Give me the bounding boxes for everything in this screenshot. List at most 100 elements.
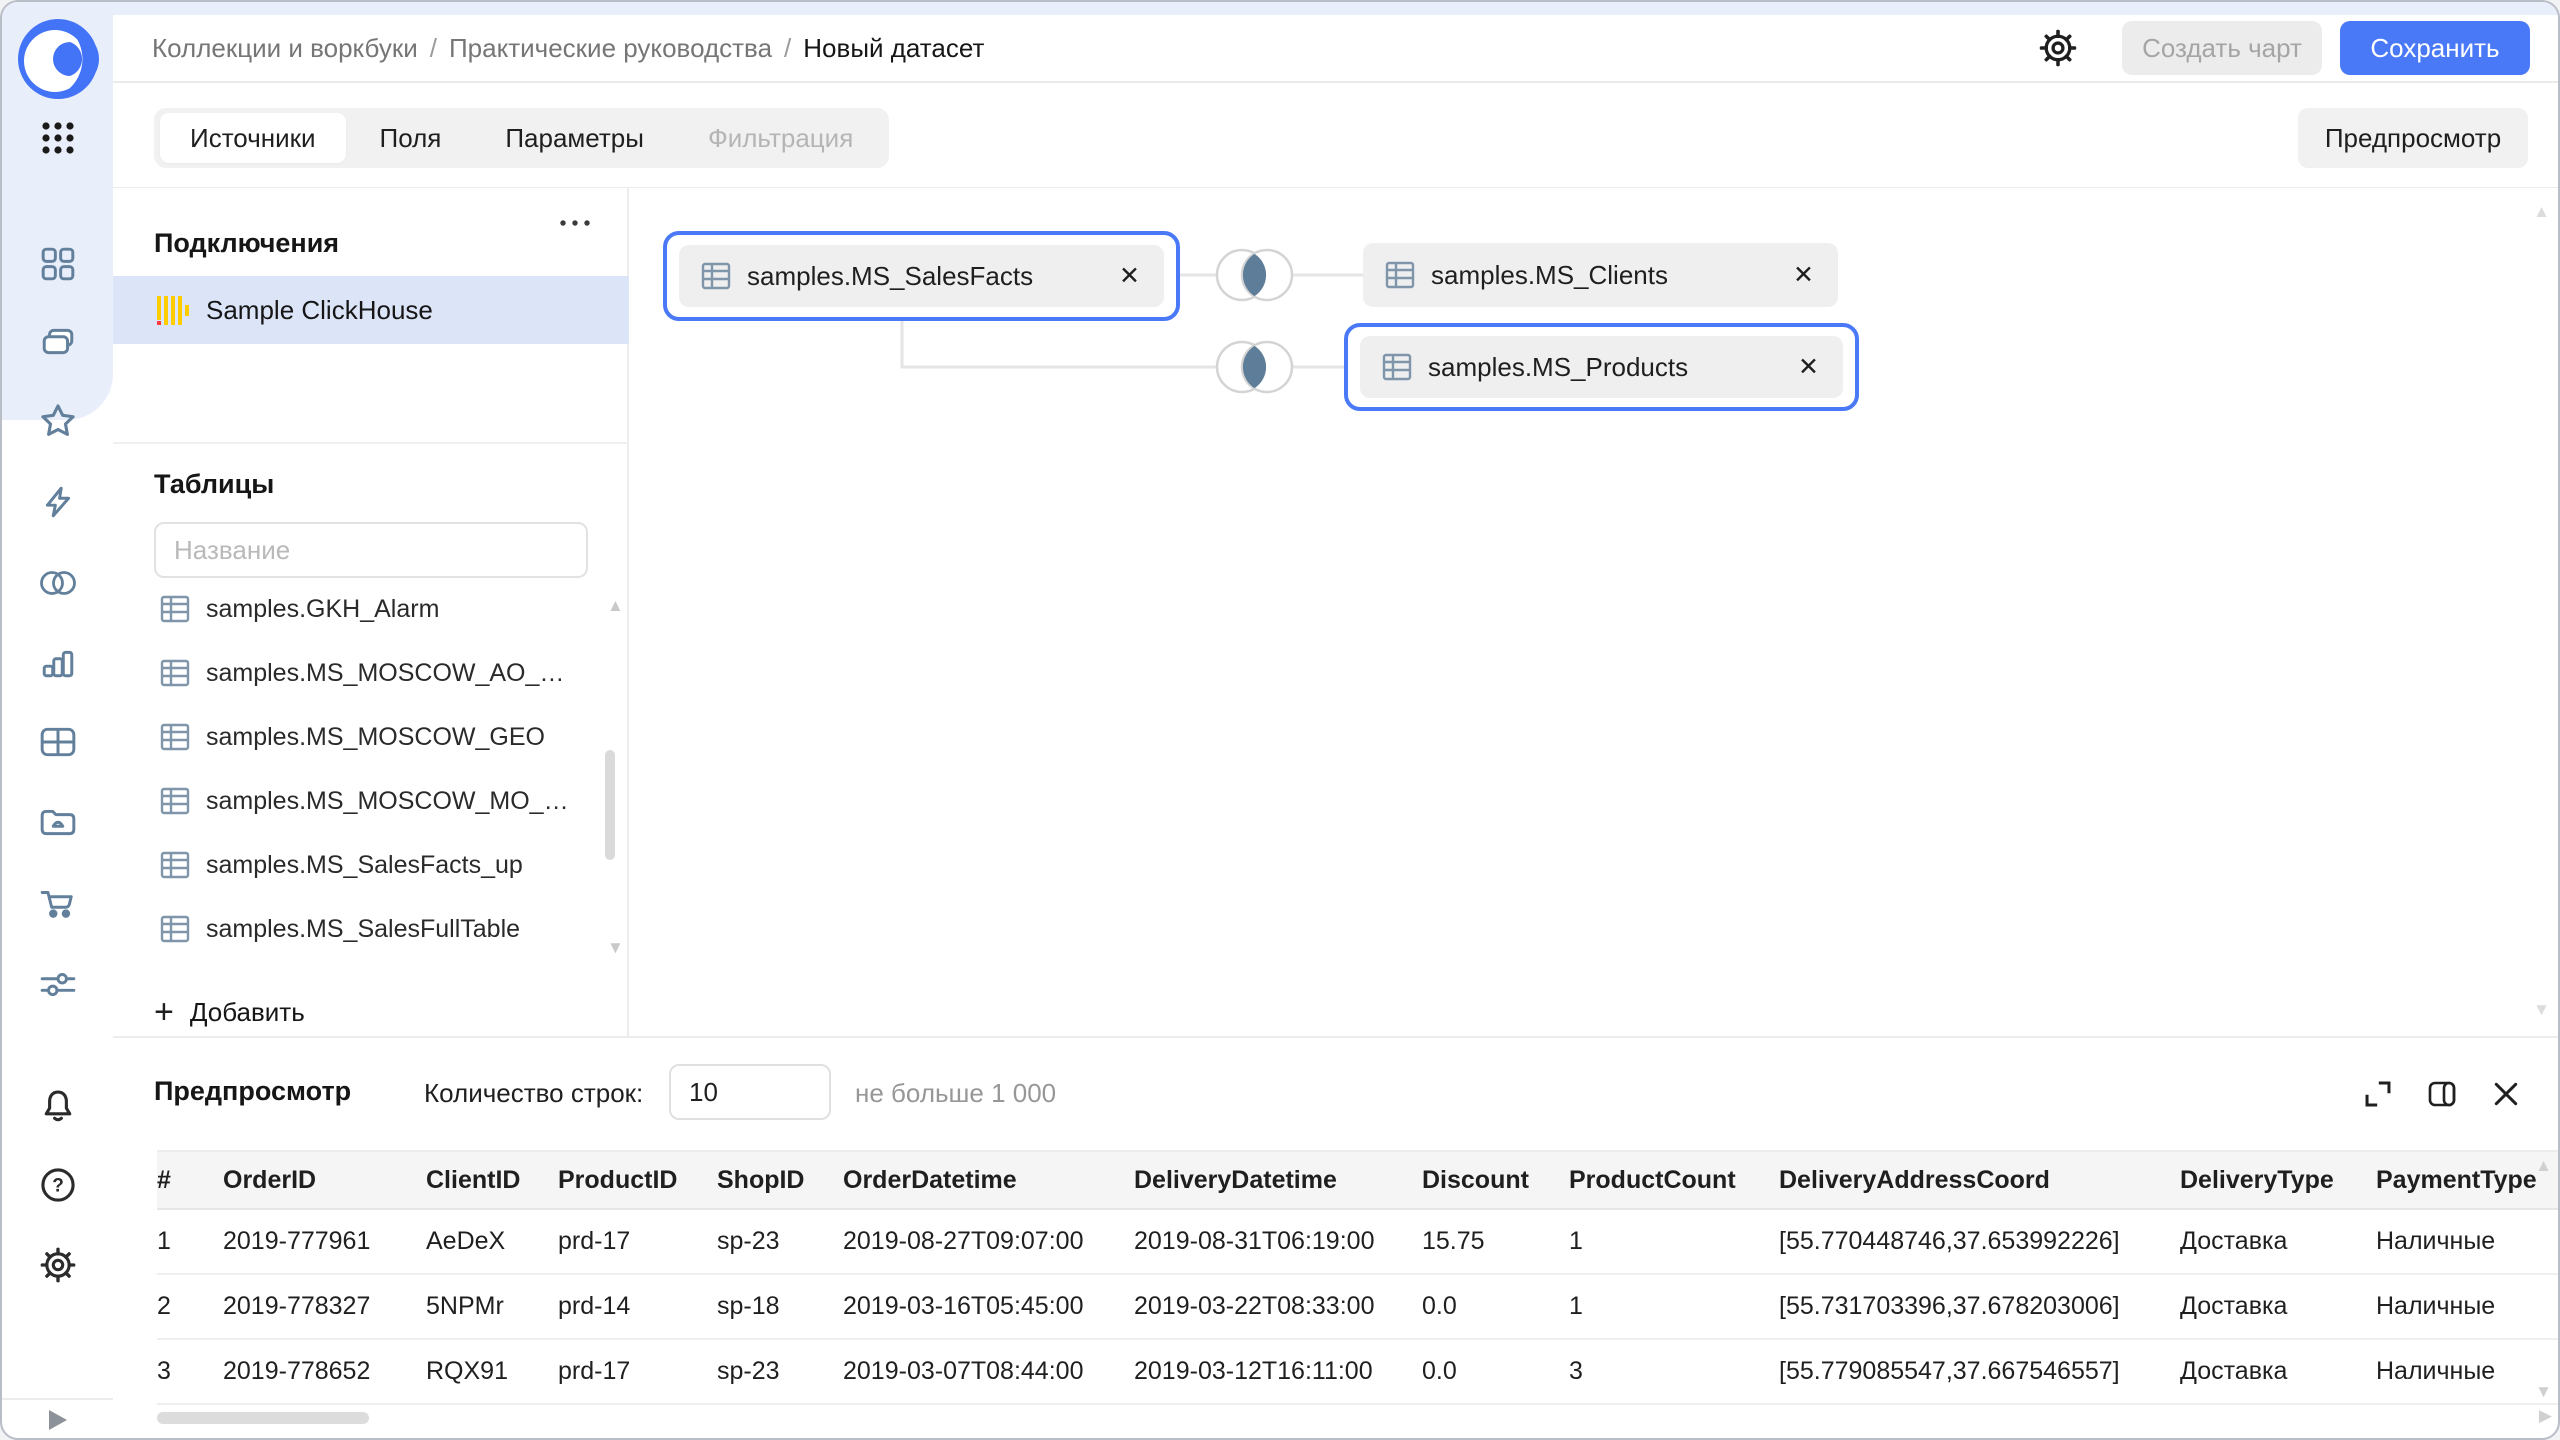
table-search-input[interactable] (154, 522, 588, 578)
cell: [55.779085547,37.667546557] (1779, 1357, 2180, 1386)
apps-grid-icon[interactable] (2, 110, 113, 166)
list-scroll-up-icon[interactable]: ▲ (607, 596, 624, 616)
join-type-icon-inner[interactable] (1215, 245, 1294, 305)
gear-glyph (2038, 28, 2078, 68)
expand-play-icon[interactable] (2, 1400, 113, 1440)
join-canvas[interactable]: samples.MS_SalesFacts ✕ samples.MS_Clien… (629, 188, 2558, 1036)
breadcrumb-guides[interactable]: Практические руководства (449, 33, 772, 64)
table-list-item[interactable]: samples.MS_MOSCOW_AO_G… (113, 641, 613, 705)
tab-parameters[interactable]: Параметры (475, 113, 674, 163)
services-sliders-icon[interactable] (2, 956, 113, 1012)
preview-hscrollbar-thumb[interactable] (157, 1412, 369, 1424)
dashboards-table-icon[interactable] (2, 714, 113, 770)
add-table-button[interactable]: + Добавить (154, 988, 305, 1036)
connections-venn-glyph (38, 567, 78, 599)
node-products-selection[interactable]: samples.MS_Products ✕ (1344, 323, 1859, 411)
collections-grid-icon[interactable] (2, 236, 113, 292)
header-divider (113, 81, 2558, 83)
table-icon (160, 850, 190, 880)
preview-table-row: 3 2019-778652 RQX91 prd-17 sp-23 2019-03… (157, 1340, 2558, 1405)
node-salesfacts-selection[interactable]: samples.MS_SalesFacts ✕ (663, 231, 1180, 321)
node-label: samples.MS_SalesFacts (747, 261, 1033, 292)
dock-right-glyph (2426, 1078, 2458, 1110)
editor-lightning-icon[interactable] (2, 474, 113, 530)
preview-title: Предпросмотр (154, 1076, 351, 1107)
breadcrumb-collections[interactable]: Коллекции и воркбуки (152, 33, 418, 64)
settings-gear-icon[interactable] (2, 1237, 113, 1293)
row-count-input[interactable] (669, 1064, 831, 1120)
table-list-item[interactable]: samples.MS_SalesFacts_up (113, 833, 613, 897)
tab-filtering[interactable]: Фильтрация (678, 113, 883, 163)
remove-table-icon[interactable]: ✕ (1793, 260, 1814, 290)
column-header: # (157, 1166, 223, 1195)
preview-scroll-down-icon[interactable]: ▼ (2535, 1382, 2552, 1402)
list-scroll-down-icon[interactable]: ▼ (607, 938, 624, 958)
datalens-logo[interactable] (2, 16, 113, 102)
node-clients[interactable]: samples.MS_Clients ✕ (1363, 243, 1838, 307)
help-question-icon[interactable]: ? (2, 1157, 113, 1213)
tab-sources[interactable]: Источники (160, 113, 346, 163)
workbooks-folders-icon[interactable] (2, 314, 113, 370)
preview-scroll-right-icon[interactable]: ▶ (2539, 1406, 2552, 1426)
column-header: ShopID (717, 1166, 843, 1195)
preview-dock-right-icon[interactable] (2422, 1074, 2462, 1114)
marketplace-cart-icon[interactable] (2, 874, 113, 930)
datalens-dataset-editor: ? (0, 0, 2560, 1440)
save-button[interactable]: Сохранить (2340, 21, 2530, 75)
favorites-star-glyph (39, 402, 77, 440)
cell: 2019-03-16T05:45:00 (843, 1292, 1134, 1321)
remove-table-icon[interactable]: ✕ (1119, 261, 1140, 291)
remove-table-icon[interactable]: ✕ (1798, 352, 1819, 382)
node-salesfacts[interactable]: samples.MS_SalesFacts ✕ (679, 245, 1164, 307)
favorites-star-icon[interactable] (2, 393, 113, 449)
left-rail: ? (2, 2, 113, 1440)
preview-toggle-button[interactable]: Предпросмотр (2298, 108, 2528, 168)
workbooks-folders-glyph (40, 324, 76, 360)
preview-panel: Предпросмотр Количество строк: не больше… (113, 1036, 2558, 1400)
connections-venn-icon[interactable] (2, 555, 113, 611)
preview-table: # OrderID ClientID ProductID ShopID Orde… (157, 1150, 2558, 1405)
expand-glyph (2363, 1079, 2393, 1109)
connection-item-sample-clickhouse[interactable]: Sample ClickHouse (113, 276, 629, 344)
cell: sp-23 (717, 1227, 843, 1256)
table-icon (160, 594, 190, 624)
preview-expand-icon[interactable] (2358, 1074, 2398, 1114)
tab-fields[interactable]: Поля (350, 113, 472, 163)
table-icon (160, 658, 190, 688)
tables-title: Таблицы (154, 469, 274, 500)
cell: 0.0 (1422, 1292, 1569, 1321)
node-products[interactable]: samples.MS_Products ✕ (1360, 336, 1843, 398)
table-name: samples.MS_MOSCOW_MO_G… (206, 787, 576, 816)
charts-bar-icon[interactable] (2, 635, 113, 691)
list-scrollbar-thumb[interactable] (605, 750, 615, 860)
table-list-item[interactable]: samples.MS_SalesFullTable (113, 897, 613, 961)
table-list-item[interactable]: samples.GKH_Alarm (113, 577, 613, 641)
table-list-item[interactable]: samples.MS_MOSCOW_GEO (113, 705, 613, 769)
cell: sp-18 (717, 1292, 843, 1321)
connection-more-menu[interactable] (555, 210, 595, 236)
top-strip (2, 2, 2558, 15)
canvas-scroll-up-icon[interactable]: ▲ (2533, 202, 2550, 222)
preview-close-icon[interactable] (2486, 1074, 2526, 1114)
marketplace-cart-glyph (39, 884, 77, 920)
dataset-settings-gear-icon[interactable] (2034, 24, 2082, 72)
connection-name: Sample ClickHouse (206, 295, 433, 326)
cell: prd-14 (558, 1292, 717, 1321)
cell: 1 (157, 1227, 223, 1256)
canvas-scroll-down-icon[interactable]: ▼ (2533, 1000, 2550, 1020)
table-name: samples.GKH_Alarm (206, 595, 439, 624)
svg-text:?: ? (52, 1176, 64, 1197)
storage-folder-icon[interactable] (2, 794, 113, 850)
ellipsis-icon (558, 218, 592, 228)
apps-grid-glyph (39, 119, 77, 157)
cell: Доставка (2180, 1227, 2376, 1256)
join-type-icon-inner[interactable] (1215, 337, 1294, 397)
panel-section-divider (113, 442, 629, 444)
create-chart-button[interactable]: Создать чарт (2122, 21, 2322, 75)
cell: Доставка (2180, 1357, 2376, 1386)
preview-table-header: # OrderID ClientID ProductID ShopID Orde… (157, 1150, 2558, 1210)
preview-scroll-up-icon[interactable]: ▲ (2535, 1156, 2552, 1176)
table-list-item[interactable]: samples.MS_MOSCOW_MO_G… (113, 769, 613, 833)
notifications-bell-icon[interactable] (2, 1078, 113, 1134)
breadcrumb: Коллекции и воркбуки / Практические руко… (152, 15, 984, 81)
